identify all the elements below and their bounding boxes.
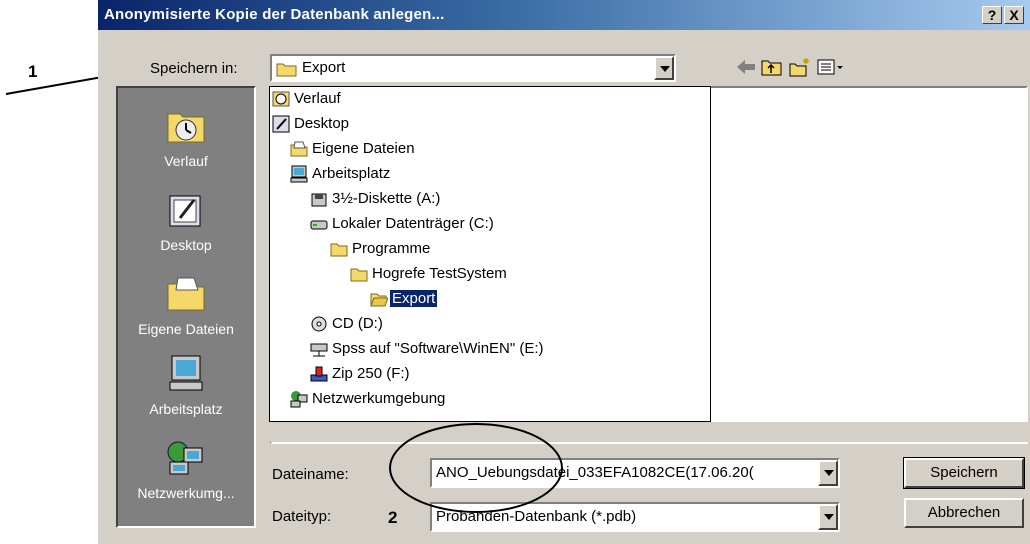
filename-dropdown-arrow[interactable] xyxy=(818,460,838,486)
my-documents-icon xyxy=(167,277,205,311)
places-label: Eigene Dateien xyxy=(138,321,234,337)
folder-icon xyxy=(330,243,348,257)
cancel-button[interactable]: Abbrechen xyxy=(904,498,1024,528)
places-item-arbeitsplatz[interactable]: Arbeitsplatz xyxy=(118,354,254,417)
places-item-verlauf[interactable]: Verlauf xyxy=(118,106,254,169)
filename-label: Dateiname: xyxy=(272,466,349,483)
folder-icon xyxy=(276,63,297,77)
network-icon xyxy=(290,391,308,408)
annotation-label-1: 1 xyxy=(28,62,38,81)
annotation-ellipse xyxy=(389,423,563,513)
up-folder-icon[interactable] xyxy=(760,56,784,78)
save-button[interactable]: Speichern xyxy=(903,457,1025,489)
view-menu-icon[interactable] xyxy=(816,56,844,78)
location-combo[interactable]: Export xyxy=(270,54,676,82)
my-computer-icon xyxy=(290,165,308,183)
my-documents-icon xyxy=(290,141,308,157)
desktop-icon xyxy=(169,195,201,227)
history-icon xyxy=(272,91,290,107)
location-label: Speichern in: xyxy=(150,60,238,77)
filetype-label: Dateityp: xyxy=(272,508,332,525)
title-bar: Anonymisierte Kopie der Datenbank anlege… xyxy=(98,0,1030,30)
places-label: Netzwerkumg... xyxy=(137,485,235,501)
places-item-eigene-dateien[interactable]: Eigene Dateien xyxy=(118,274,254,337)
location-dropdown-arrow[interactable] xyxy=(654,56,674,80)
close-button[interactable]: X xyxy=(1004,6,1024,24)
floppy-icon xyxy=(311,193,327,207)
folder-icon xyxy=(350,268,368,282)
dialog-title: Anonymisierte Kopie der Datenbank anlege… xyxy=(104,6,445,23)
desktop-icon xyxy=(272,115,290,133)
places-item-netzwerkumgebung[interactable]: Netzwerkumg... xyxy=(118,438,254,501)
save-dialog: Anonymisierte Kopie der Datenbank anlege… xyxy=(98,0,1030,544)
places-bar: Verlauf Desktop Eigene Dateien Arbeitspl… xyxy=(116,86,256,528)
places-item-desktop[interactable]: Desktop xyxy=(118,190,254,253)
cd-drive-icon xyxy=(311,316,327,332)
zip-drive-icon xyxy=(310,366,328,382)
network-drive-icon xyxy=(310,343,328,357)
places-label: Desktop xyxy=(160,237,212,253)
location-value: Export xyxy=(302,59,346,76)
location-dropdown-list: Verlauf Desktop Eigene Dateien Arbeitspl… xyxy=(269,86,711,422)
places-label: Arbeitsplatz xyxy=(149,401,223,417)
filetype-dropdown-arrow[interactable] xyxy=(818,504,838,530)
hard-drive-icon xyxy=(310,220,328,230)
back-icon[interactable] xyxy=(734,56,758,78)
places-label: Verlauf xyxy=(164,153,208,169)
new-folder-icon[interactable] xyxy=(788,56,812,78)
network-icon xyxy=(167,441,203,475)
my-computer-icon xyxy=(169,355,203,391)
help-button[interactable]: ? xyxy=(982,6,1002,24)
open-folder-icon xyxy=(370,293,388,307)
history-icon xyxy=(167,113,205,143)
